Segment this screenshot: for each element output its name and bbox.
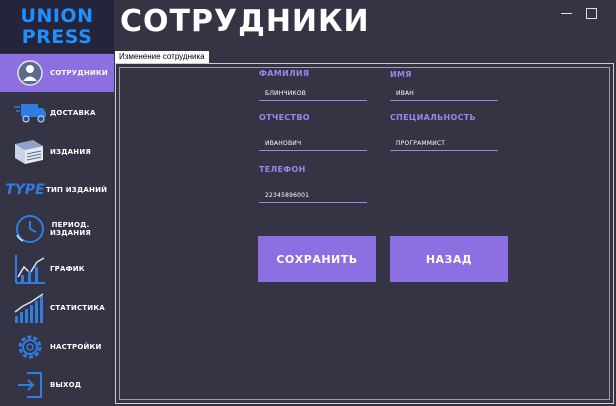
back-button[interactable]: НАЗАД (390, 236, 508, 282)
clock-icon (10, 213, 50, 245)
gear-icon (10, 331, 50, 363)
sidebar-item-label: ТИП ИЗДАНИЙ (46, 186, 108, 194)
logo-line1: UNION (20, 4, 94, 27)
patronymic-label: ОТЧЕСТВО (259, 113, 310, 122)
logo-line2: PRESS (21, 25, 93, 48)
sidebar-item-publication-types[interactable]: TYPE ТИП ИЗДАНИЙ (0, 171, 114, 209)
tab-edit-employee[interactable]: Изменение сотрудника (115, 51, 209, 63)
name-input[interactable]: ИВАН (390, 87, 498, 101)
sidebar-item-exit[interactable]: ВЫХОД (0, 366, 114, 404)
newspaper-icon (10, 136, 50, 168)
sidebar-item-settings[interactable]: НАСТРОЙКИ (0, 328, 114, 366)
worker-icon (10, 57, 50, 89)
sidebar-item-label: ДОСТАВКА (50, 109, 96, 117)
delivery-truck-icon (10, 97, 50, 129)
chart-icon (10, 253, 50, 285)
specialty-label: СПЕЦИАЛЬНОСТЬ (390, 113, 476, 122)
sidebar-item-schedule[interactable]: ГРАФИК (0, 250, 114, 288)
surname-label: ФАМИЛИЯ (259, 69, 310, 78)
exit-icon (10, 369, 50, 401)
type-text-icon: TYPE (4, 174, 46, 206)
type-icon-text: TYPE (5, 182, 45, 198)
save-button[interactable]: СОХРАНИТЬ (258, 236, 376, 282)
patronymic-input[interactable]: ИВАНОВИЧ (259, 137, 367, 151)
sidebar-item-label: НАСТРОЙКИ (50, 343, 102, 351)
minimize-icon[interactable] (560, 6, 574, 20)
stats-bars-icon (10, 292, 50, 324)
specialty-input[interactable]: ПРОГРАММИСТ (390, 137, 498, 151)
maximize-icon[interactable] (584, 6, 598, 20)
sidebar-item-label: ВЫХОД (50, 381, 82, 389)
label-line2: ИЗДАНИЯ (50, 229, 91, 237)
sidebar-item-statistics[interactable]: СТАТИСТИКА (0, 289, 114, 327)
logo: UNION PRESS (0, 0, 114, 53)
name-label: ИМЯ (390, 70, 412, 79)
sidebar-item-publications[interactable]: ИЗДАНИЯ (0, 133, 114, 171)
label-line1: ПЕРИОД. (51, 221, 90, 229)
sidebar-item-label: СТАТИСТИКА (50, 304, 105, 312)
sidebar-item-periodicals[interactable]: ПЕРИОД. ИЗДАНИЯ (0, 210, 114, 248)
surname-input[interactable]: БЛИНЧИКОВ (259, 87, 367, 101)
edit-employee-panel (115, 63, 614, 404)
sidebar: UNION PRESS СОТРУДНИКИ ДОСТАВКА ИЗДАНИЯ … (0, 0, 114, 406)
phone-input[interactable]: 22345896001 (259, 189, 367, 203)
sidebar-item-delivery[interactable]: ДОСТАВКА (0, 94, 114, 132)
panel-frame (119, 67, 610, 400)
sidebar-item-label: ГРАФИК (50, 265, 85, 273)
sidebar-item-label: ПЕРИОД. ИЗДАНИЯ (50, 221, 91, 237)
sidebar-item-label: ИЗДАНИЯ (50, 148, 91, 156)
sidebar-item-label: СОТРУДНИКИ (50, 69, 108, 77)
sidebar-item-employees[interactable]: СОТРУДНИКИ (0, 54, 114, 92)
phone-label: ТЕЛЕФОН (259, 165, 306, 174)
page-title: СОТРУДНИКИ (120, 4, 370, 39)
